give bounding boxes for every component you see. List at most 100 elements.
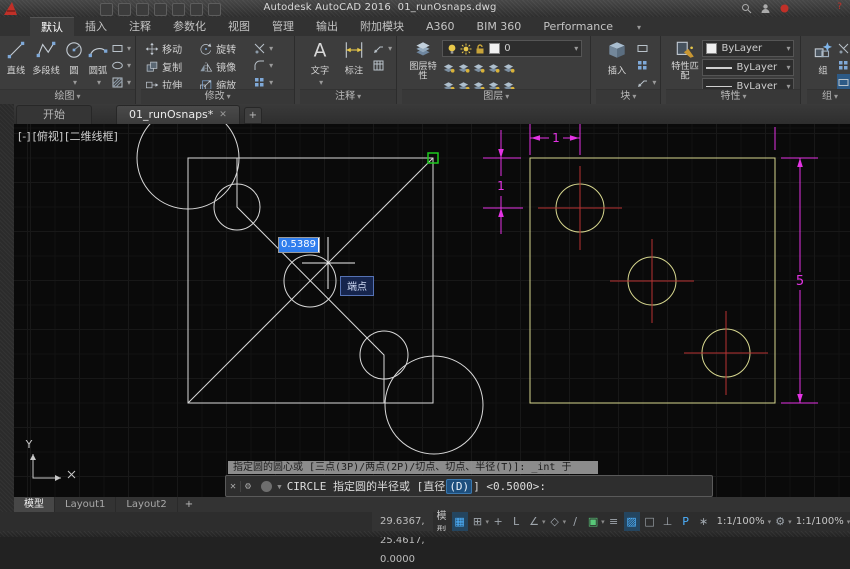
snap-dropdown-icon[interactable]: ▾ [486, 518, 490, 526]
panel-layers-label[interactable]: 图层 [402, 89, 590, 104]
layout-tab-layout2[interactable]: Layout2 [116, 497, 177, 512]
layout-tab-model[interactable]: 模型 [14, 497, 55, 512]
dimension-button[interactable]: 标注 [338, 38, 370, 77]
dynamic-input-toggle-icon[interactable]: + [490, 512, 506, 531]
copy-button[interactable]: 复制 [145, 58, 197, 75]
dimensions[interactable] [483, 124, 818, 403]
match-properties-button[interactable]: 特性匹配 [670, 38, 700, 82]
ribbon-options-icon[interactable] [624, 17, 652, 36]
annotation-scale-dropdown-icon[interactable]: ▾ [768, 518, 772, 526]
file-tab-document[interactable]: 01_runOsnaps* ✕ [116, 105, 240, 124]
a360-icon[interactable] [779, 3, 790, 14]
ungroup-button[interactable] [837, 40, 850, 56]
create-block-button[interactable] [636, 40, 656, 56]
model-space-canvas[interactable]: 1 1 5 Y [-][俯视][二维线框] 0.5389 端点 指定圆的圆心或 … [14, 124, 850, 497]
edit-block-button[interactable] [636, 57, 656, 73]
viewport-scale-control[interactable]: 1:1/100% [792, 516, 848, 527]
ribbon-tab-addins[interactable]: 附加模块 [349, 17, 415, 36]
snap-toggle-icon[interactable]: ⊞ [470, 512, 486, 531]
text-button[interactable]: 文字 [304, 38, 336, 88]
panel-draw-label[interactable]: 绘图 [0, 89, 135, 104]
layer-isolate-button[interactable] [457, 59, 470, 75]
osnap-tracking-icon[interactable]: ∕ [567, 512, 583, 531]
ribbon-tab-output[interactable]: 输出 [305, 17, 349, 36]
signin-user-icon[interactable] [760, 3, 771, 14]
polyline-button[interactable]: 多段线 [31, 38, 61, 77]
hatch-button[interactable] [111, 74, 131, 90]
new-drawing-tab-icon[interactable]: + [244, 107, 262, 124]
ortho-toggle-icon[interactable]: L [508, 512, 524, 531]
ribbon-tab-manage[interactable]: 管理 [261, 17, 305, 36]
visual-style-control[interactable]: [二维线框] [65, 130, 118, 143]
leader-button[interactable] [372, 40, 392, 56]
fillet-button[interactable] [253, 57, 273, 73]
isodraft-icon[interactable]: ◇ [547, 512, 563, 531]
rectangle-button[interactable] [111, 40, 131, 56]
command-suggest-icon[interactable] [261, 481, 272, 492]
annotation-visibility-icon[interactable]: ∗ [696, 512, 712, 531]
layer-freeze-button[interactable] [472, 59, 485, 75]
layer-properties-button[interactable]: 图层特性 [406, 38, 440, 82]
move-button[interactable]: 移动 [145, 40, 197, 57]
file-tab-start[interactable]: 开始 [16, 105, 92, 124]
selection-cycling-icon[interactable]: □ [642, 512, 658, 531]
panel-block-label[interactable]: 块 [596, 89, 660, 104]
layer-select[interactable]: 0 [442, 40, 582, 57]
customize-command-icon[interactable]: ⚙ [241, 481, 255, 492]
ribbon-tab-parametric[interactable]: 参数化 [162, 17, 217, 36]
mirror-button[interactable]: 镜像 [199, 58, 251, 75]
trim-button[interactable] [253, 40, 273, 56]
diameter-option-key[interactable]: (D) [446, 479, 472, 494]
ribbon-tab-performance[interactable]: Performance [532, 17, 624, 36]
ucs-icon[interactable] [30, 454, 75, 481]
rotate-button[interactable]: 旋转 [199, 40, 251, 57]
group-selection-toggle[interactable] [837, 74, 850, 90]
insert-block-button[interactable]: 插入 [600, 38, 634, 77]
left-figure[interactable] [137, 124, 483, 454]
panel-properties-label[interactable]: 特性 [666, 89, 800, 104]
lineweight-toggle-icon[interactable]: ≡ [606, 512, 622, 531]
panel-groups-label[interactable]: 组 [807, 89, 850, 104]
block-attributes-button[interactable] [636, 74, 656, 90]
panel-modify-label[interactable]: 修改 [141, 89, 294, 104]
object-color-select[interactable]: ByLayer [702, 40, 794, 57]
workspace-switching-icon[interactable]: ⚙ [772, 512, 788, 531]
layer-off-button[interactable] [442, 59, 455, 75]
array-button[interactable] [253, 74, 273, 90]
view-control[interactable]: [俯视] [33, 130, 64, 143]
viewport-controls[interactable]: [-][俯视][二维线框] [18, 128, 120, 144]
command-line[interactable]: ✕ ⚙ ▾ CIRCLE 指定圆的半径或 [直径(D)] <0.5000>: [225, 475, 713, 497]
ellipse-button[interactable] [111, 57, 131, 73]
ribbon-tab-a360[interactable]: A360 [415, 17, 466, 36]
dynamic-ucs-icon[interactable]: ⊥ [660, 512, 676, 531]
annotation-monitor-icon[interactable]: P [678, 512, 694, 531]
group-edit-button[interactable] [837, 57, 850, 73]
polar-dropdown-icon[interactable]: ▾ [542, 518, 546, 526]
ribbon-tab-insert[interactable]: 插入 [74, 17, 118, 36]
ribbon-tab-view[interactable]: 视图 [217, 17, 261, 36]
right-figure[interactable] [530, 158, 775, 403]
layout-tab-layout1[interactable]: Layout1 [55, 497, 116, 512]
panel-annotation-label[interactable]: 注释 [300, 89, 396, 104]
ribbon-tab-annotate[interactable]: 注释 [118, 17, 162, 36]
circle-button[interactable]: 圆 [63, 38, 85, 88]
ribbon-tab-bim360[interactable]: BIM 360 [466, 17, 533, 36]
osnap-dropdown-icon[interactable]: ▾ [601, 518, 605, 526]
help-icon[interactable]: ? [837, 2, 842, 13]
annotation-scale-control[interactable]: 1:1/100% [713, 516, 769, 527]
dynamic-input-field[interactable]: 0.5389 [278, 237, 320, 253]
ribbon-tab-default[interactable]: 默认 [30, 17, 74, 36]
transparency-toggle-icon[interactable]: ▨ [624, 512, 640, 531]
search-icon[interactable] [741, 3, 752, 14]
viewport-menu-control[interactable]: [-] [18, 130, 31, 143]
isodraft-dropdown-icon[interactable]: ▾ [563, 518, 567, 526]
new-layout-icon[interactable]: + [178, 499, 200, 510]
object-snap-icon[interactable]: ▣ [585, 512, 601, 531]
grid-toggle-icon[interactable]: ▦ [452, 512, 468, 531]
arc-button[interactable]: 圆弧 [87, 38, 109, 88]
table-button[interactable] [372, 57, 392, 73]
lineweight-select[interactable]: ByLayer [702, 59, 794, 76]
layer-lock-button[interactable] [487, 59, 500, 75]
close-tab-icon[interactable]: ✕ [219, 106, 227, 124]
line-button[interactable]: 直线 [4, 38, 29, 77]
